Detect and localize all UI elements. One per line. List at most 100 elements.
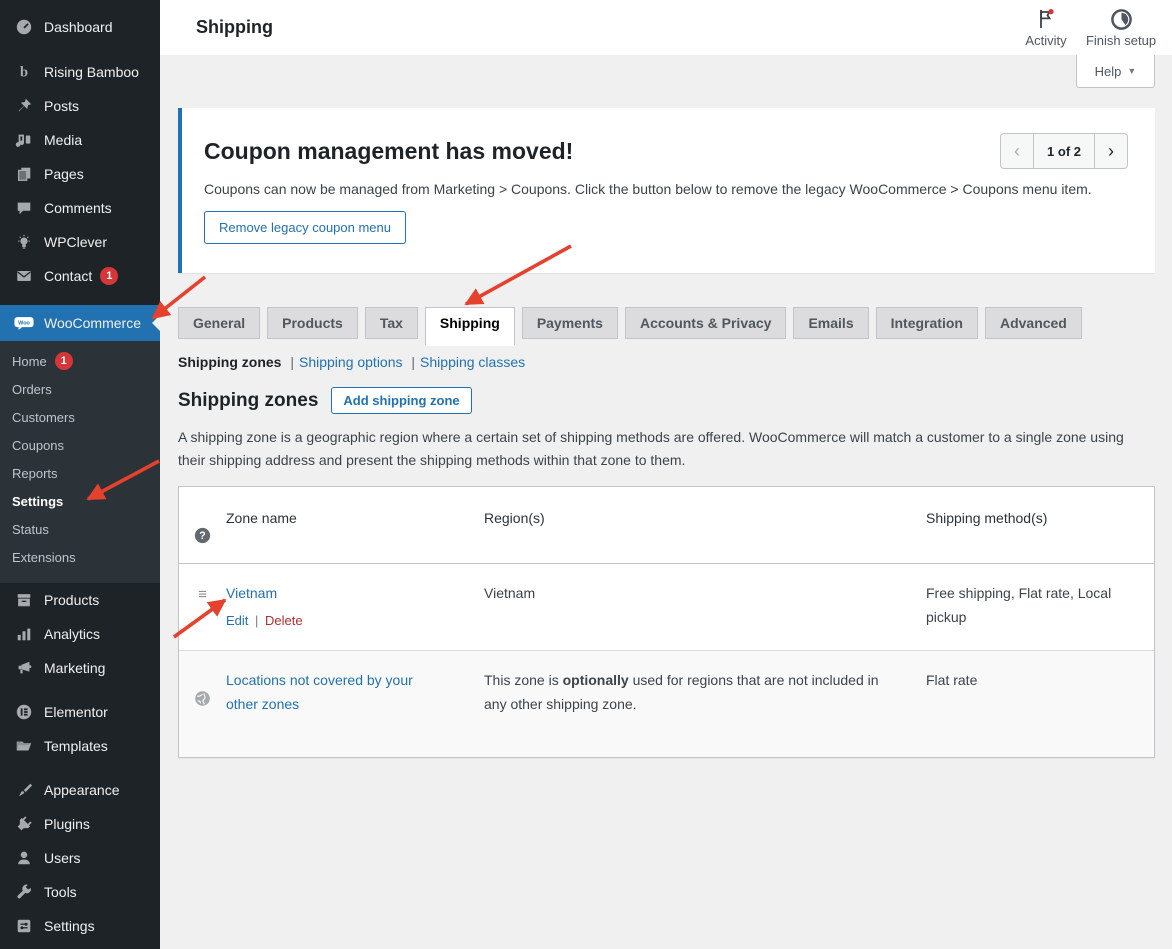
sidebar-item-appearance[interactable]: Appearance xyxy=(0,773,160,807)
sidebar-item-comments[interactable]: Comments xyxy=(0,191,160,225)
notice-body: Coupons can now be managed from Marketin… xyxy=(204,181,1131,197)
submenu-item-reports[interactable]: Reports xyxy=(0,459,160,487)
activity-button[interactable]: Activity xyxy=(1016,7,1076,48)
row-actions: Edit | Delete xyxy=(226,609,474,633)
wrench-icon xyxy=(14,882,34,902)
zone-regions: Vietnam xyxy=(484,564,926,622)
sidebar-item-media[interactable]: Media xyxy=(0,123,160,157)
active-menu-notch xyxy=(152,315,160,331)
notice-title: Coupon management has moved! xyxy=(204,138,1131,165)
activity-flag-icon xyxy=(1036,8,1056,30)
subnav-shipping-options[interactable]: Shipping options xyxy=(299,354,403,370)
settings-tabs: General Products Tax Shipping Payments A… xyxy=(178,307,1155,339)
finish-setup-label: Finish setup xyxy=(1082,33,1160,48)
topbar: Shipping Activity Finish setup xyxy=(160,0,1172,55)
submenu-item-settings[interactable]: Settings xyxy=(0,487,160,515)
sidebar-item-marketing[interactable]: Marketing xyxy=(0,651,160,685)
pushpin-icon xyxy=(14,96,34,116)
menu-separator xyxy=(0,685,160,695)
finish-setup-button[interactable]: Finish setup xyxy=(1082,7,1160,48)
help-dropdown[interactable]: Help ▼ xyxy=(1076,55,1155,88)
drag-handle-icon[interactable]: ≡ xyxy=(198,587,207,602)
sidebar-item-dashboard[interactable]: Dashboard xyxy=(0,10,160,44)
zone-methods: Free shipping, Flat rate, Local pickup xyxy=(926,564,1154,646)
subnav-shipping-classes[interactable]: Shipping classes xyxy=(420,354,525,370)
help-tip-icon[interactable]: ? xyxy=(194,527,211,544)
envelope-icon xyxy=(14,266,34,286)
sidebar-item-label: Tools xyxy=(44,884,77,900)
submenu-item-coupons[interactable]: Coupons xyxy=(0,431,160,459)
delete-zone-link[interactable]: Delete xyxy=(265,613,303,628)
woocommerce-submenu: Home 1 Orders Customers Coupons Reports … xyxy=(0,341,160,583)
table-row-rest-of-world: Locations not covered by your other zone… xyxy=(179,650,1154,757)
svg-text:Woo: Woo xyxy=(18,320,30,326)
tab-products[interactable]: Products xyxy=(267,307,358,339)
submenu-item-home[interactable]: Home 1 xyxy=(0,347,160,375)
menu-separator xyxy=(0,293,160,305)
sidebar-item-woocommerce[interactable]: Woo WooCommerce xyxy=(0,305,160,341)
tab-shipping[interactable]: Shipping xyxy=(425,307,515,346)
sidebar-item-wpclever[interactable]: WPClever xyxy=(0,225,160,259)
bamboo-logo-icon: b xyxy=(14,62,34,82)
setup-progress-icon xyxy=(1110,8,1133,31)
table-header-row: ? Zone name Region(s) Shipping method(s) xyxy=(179,487,1154,564)
sidebar-item-elementor[interactable]: Elementor xyxy=(0,695,160,729)
sidebar-item-label: Products xyxy=(44,592,99,608)
sidebar-item-label: Contact xyxy=(44,268,92,284)
chevron-right-icon: › xyxy=(1108,141,1114,162)
edit-zone-link[interactable]: Edit xyxy=(226,613,248,628)
sidebar-item-pages[interactable]: Pages xyxy=(0,157,160,191)
subnav-shipping-zones[interactable]: Shipping zones xyxy=(178,354,281,370)
zone-name-link[interactable]: Locations not covered by your other zone… xyxy=(226,668,441,716)
rest-zone-description: This zone is xyxy=(484,672,563,688)
lightbulb-icon xyxy=(14,232,34,252)
remove-legacy-coupon-button[interactable]: Remove legacy coupon menu xyxy=(204,211,406,244)
tab-emails[interactable]: Emails xyxy=(793,307,868,339)
sidebar-item-tools[interactable]: Tools xyxy=(0,875,160,909)
chevron-left-icon: ‹ xyxy=(1014,141,1020,162)
sidebar-item-settings[interactable]: Settings xyxy=(0,909,160,943)
tab-advanced[interactable]: Advanced xyxy=(985,307,1082,339)
sidebar-item-plugins[interactable]: Plugins xyxy=(0,807,160,841)
help-label: Help xyxy=(1095,64,1122,79)
submenu-item-orders[interactable]: Orders xyxy=(0,375,160,403)
home-count-badge: 1 xyxy=(55,352,73,370)
zones-heading: Shipping zones xyxy=(178,390,318,412)
megaphone-icon xyxy=(14,658,34,678)
comment-bubble-icon xyxy=(14,198,34,218)
tab-general[interactable]: General xyxy=(178,307,260,339)
add-shipping-zone-button[interactable]: Add shipping zone xyxy=(331,387,471,414)
globe-icon xyxy=(194,690,211,707)
sidebar-item-label: Users xyxy=(44,850,81,866)
sidebar-item-contact[interactable]: Contact 1 xyxy=(0,259,160,293)
sidebar-item-label: Rising Bamboo xyxy=(44,64,139,80)
plug-icon xyxy=(14,814,34,834)
tab-tax[interactable]: Tax xyxy=(365,307,418,339)
sidebar-item-label: Marketing xyxy=(44,660,105,676)
woocommerce-icon: Woo xyxy=(14,313,34,333)
sidebar-item-analytics[interactable]: Analytics xyxy=(0,617,160,651)
sidebar-item-products[interactable]: Products xyxy=(0,583,160,617)
zones-description: A shipping zone is a geographic region w… xyxy=(178,426,1136,472)
sidebar-item-label: Analytics xyxy=(44,626,100,642)
paintbrush-icon xyxy=(14,780,34,800)
tab-accounts-privacy[interactable]: Accounts & Privacy xyxy=(625,307,787,339)
sidebar-item-users[interactable]: Users xyxy=(0,841,160,875)
submenu-item-customers[interactable]: Customers xyxy=(0,403,160,431)
pagination-next-button[interactable]: › xyxy=(1094,134,1127,168)
activity-label: Activity xyxy=(1016,33,1076,48)
pagination-prev-button[interactable]: ‹ xyxy=(1001,134,1033,168)
submenu-item-label: Orders xyxy=(12,382,52,397)
tab-payments[interactable]: Payments xyxy=(522,307,618,339)
sidebar-item-label: Templates xyxy=(44,738,108,754)
tab-integration[interactable]: Integration xyxy=(876,307,978,339)
pagination-count: 1 of 2 xyxy=(1033,134,1094,168)
svg-text:b: b xyxy=(20,65,28,81)
submenu-item-label: Extensions xyxy=(12,550,76,565)
sidebar-item-posts[interactable]: Posts xyxy=(0,89,160,123)
sidebar-item-rising-bamboo[interactable]: b Rising Bamboo xyxy=(0,55,160,89)
zone-name-link[interactable]: Vietnam xyxy=(226,581,277,605)
submenu-item-extensions[interactable]: Extensions xyxy=(0,543,160,571)
sidebar-item-templates[interactable]: Templates xyxy=(0,729,160,763)
submenu-item-status[interactable]: Status xyxy=(0,515,160,543)
